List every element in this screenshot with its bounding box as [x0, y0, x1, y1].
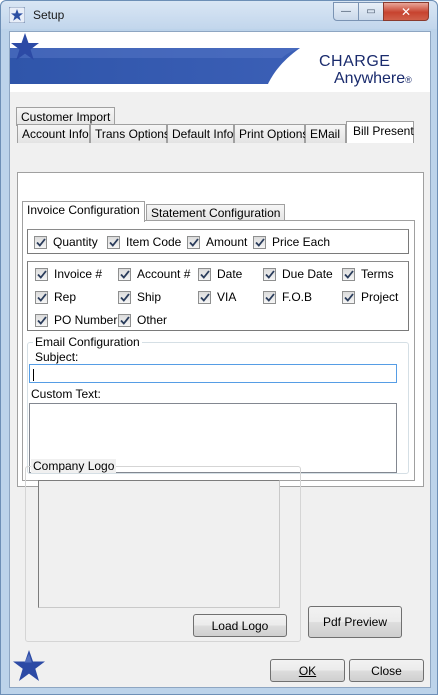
checkmark-icon [34, 235, 47, 249]
checkbox-label: Price Each [272, 235, 331, 249]
pdf-preview-button[interactable]: Pdf Preview [308, 606, 402, 638]
maximize-button[interactable]: ▭ [358, 2, 384, 21]
checkbox-po-number[interactable]: PO Number [35, 313, 117, 327]
checkmark-icon [118, 267, 131, 281]
checkbox-label: Item Code [126, 235, 182, 249]
checkbox-label: F.O.B [282, 290, 313, 304]
ok-button-label: OK [298, 663, 317, 678]
logo-star-icon [11, 33, 39, 60]
checkmark-icon [35, 313, 48, 327]
checkbox-label: Rep [54, 290, 77, 304]
checkmark-icon [342, 267, 355, 281]
charge-anywhere-logo: CHARGE Anywhere® [319, 53, 412, 89]
checkbox-project[interactable]: Project [342, 290, 398, 304]
title-bar[interactable]: Setup — ▭ ✕ [1, 1, 437, 29]
checkbox-label: Terms [361, 267, 394, 281]
star-app-icon [9, 7, 25, 23]
text-caret [33, 369, 34, 381]
close-window-button[interactable]: ✕ [383, 2, 429, 21]
checkbox-quantity[interactable]: Quantity [34, 235, 98, 249]
bill-present-panel: Invoice Configuration Statement Configur… [17, 172, 424, 487]
checkbox-rep[interactable]: Rep [35, 290, 76, 304]
checkmark-icon [35, 290, 48, 304]
checkmark-icon [198, 290, 211, 304]
checkmark-icon [187, 235, 200, 249]
header-fields-box: Invoice # Account # Date Due Date Terms … [27, 261, 409, 331]
tab-bill-present[interactable]: Bill Present [346, 121, 414, 143]
subtab-invoice-configuration[interactable]: Invoice Configuration [22, 201, 145, 222]
checkbox-label: Quantity [53, 235, 98, 249]
subject-label: Subject: [35, 350, 79, 364]
client-area: CHARGE Anywhere® Customer Import Account… [9, 31, 431, 688]
email-configuration-group: Email Configuration Subject: Custom Text… [27, 335, 409, 474]
checkbox-label: VIA [217, 290, 237, 304]
checkmark-icon [253, 235, 266, 249]
logo-line-anywhere: Anywhere® [319, 70, 412, 89]
custom-text-label: Custom Text: [31, 387, 101, 401]
checkbox-ship[interactable]: Ship [118, 290, 161, 304]
checkbox-label: Amount [206, 235, 248, 249]
checkbox-fob[interactable]: F.O.B [263, 290, 312, 304]
checkbox-label: Date [217, 267, 243, 281]
setup-window: Setup — ▭ ✕ CHARGE Anywhere® Customer Im… [0, 0, 438, 695]
logo-anywhere-text: Anywhere [334, 70, 406, 87]
checkmark-icon [198, 267, 211, 281]
checkmark-icon [118, 290, 131, 304]
checkbox-label: Project [361, 290, 399, 304]
checkbox-via[interactable]: VIA [198, 290, 236, 304]
minimize-button[interactable]: — [333, 2, 359, 21]
checkbox-label: Due Date [282, 267, 333, 281]
checkbox-other[interactable]: Other [118, 313, 167, 327]
checkbox-terms[interactable]: Terms [342, 267, 394, 281]
window-title: Setup [33, 8, 65, 22]
checkbox-label: Invoice # [54, 267, 103, 281]
tab-account-info[interactable]: Account Info [17, 124, 90, 143]
checkmark-icon [263, 290, 276, 304]
checkbox-date[interactable]: Date [198, 267, 242, 281]
close-button[interactable]: Close [349, 659, 424, 682]
star-logo-icon [13, 650, 45, 681]
logo-line-charge: CHARGE [319, 53, 391, 70]
logo-preview-box [38, 480, 280, 608]
checkbox-invoice-number[interactable]: Invoice # [35, 267, 102, 281]
checkbox-label: Ship [137, 290, 162, 304]
checkbox-item-code[interactable]: Item Code [107, 235, 181, 249]
checkbox-label: Other [137, 313, 168, 327]
checkbox-due-date[interactable]: Due Date [263, 267, 333, 281]
checkbox-label: PO Number [54, 313, 118, 327]
tab-email[interactable]: EMail [305, 124, 346, 143]
brand-banner: CHARGE Anywhere® [10, 32, 430, 92]
load-logo-button[interactable]: Load Logo [193, 614, 287, 637]
checkmark-icon [342, 290, 355, 304]
company-logo-group: Company Logo Load Logo [25, 459, 301, 642]
subject-input[interactable] [29, 364, 397, 383]
invoice-configuration-panel: Quantity Item Code Amount Price Each Inv… [22, 220, 415, 481]
checkbox-label: Account # [137, 267, 191, 281]
checkmark-icon [107, 235, 120, 249]
tab-trans-options[interactable]: Trans Options [90, 124, 170, 143]
tab-print-options[interactable]: Print Options [234, 124, 308, 143]
company-logo-label: Company Logo [31, 459, 117, 473]
checkbox-amount[interactable]: Amount [187, 235, 247, 249]
checkbox-price-each[interactable]: Price Each [253, 235, 330, 249]
checkbox-account-number[interactable]: Account # [118, 267, 190, 281]
email-configuration-label: Email Configuration [33, 335, 142, 349]
tab-default-info[interactable]: Default Info [167, 124, 234, 143]
registered-mark: ® [405, 75, 412, 85]
checkmark-icon [35, 267, 48, 281]
checkmark-icon [263, 267, 276, 281]
checkmark-icon [118, 313, 131, 327]
ok-button[interactable]: OK [270, 659, 345, 682]
line-items-box: Quantity Item Code Amount Price Each [27, 229, 409, 254]
